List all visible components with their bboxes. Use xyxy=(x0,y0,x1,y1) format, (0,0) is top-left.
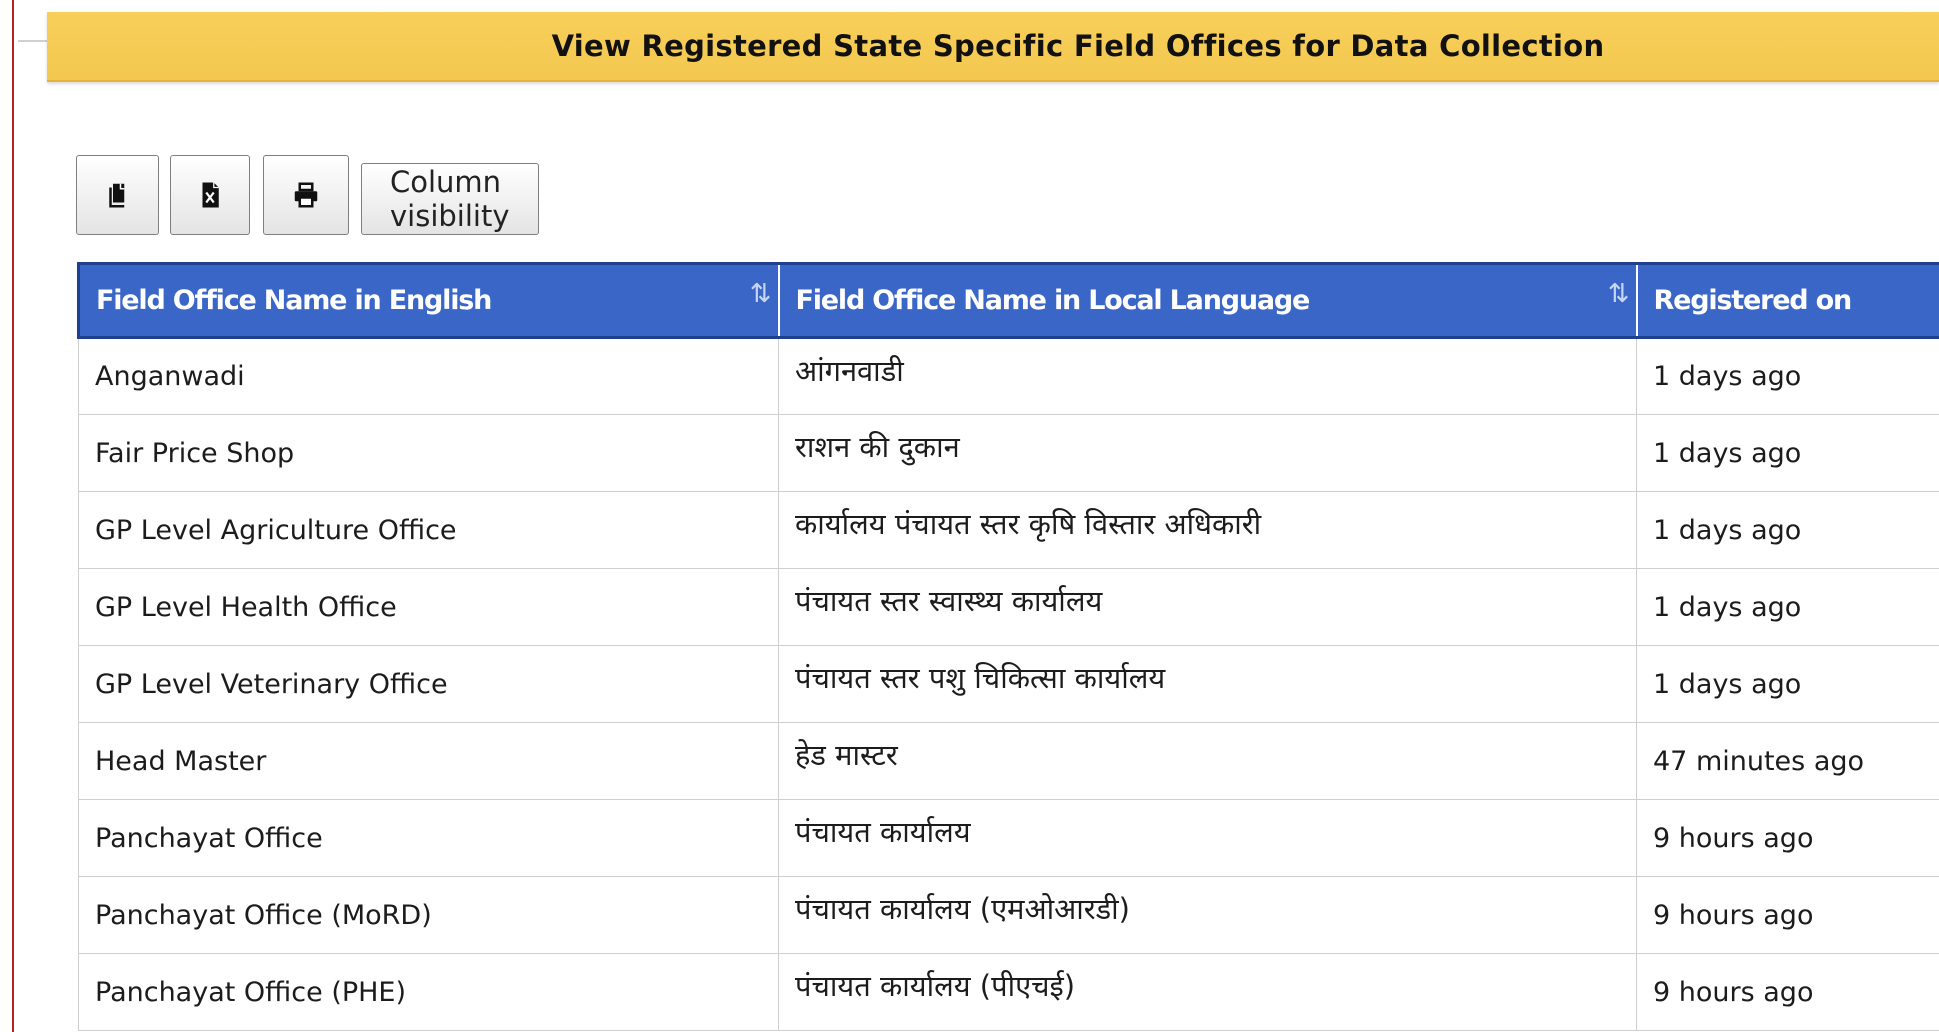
column-visibility-button[interactable]: Column visibility xyxy=(361,163,539,235)
cell-local-name: पंचायत कार्यालय (पीएचई) xyxy=(778,953,1637,1031)
header-local-name[interactable]: Field Office Name in Local Language ⇅ xyxy=(777,262,1637,339)
cell-english-name: Fair Price Shop xyxy=(78,414,779,492)
table-row: Anganwadi आंगनवाडी 1 days ago xyxy=(78,337,1939,415)
header-registered-on[interactable]: Registered on xyxy=(1635,262,1939,339)
cell-local-name: आंगनवाडी xyxy=(778,337,1637,415)
header-label: Registered on xyxy=(1653,285,1853,316)
cell-registered-on: 9 hours ago xyxy=(1636,799,1939,877)
cell-registered-on: 1 days ago xyxy=(1636,414,1939,492)
copy-icon xyxy=(108,183,124,208)
table-row: Head Master हेड मास्टर 47 minutes ago xyxy=(78,722,1939,800)
table-row: GP Level Health Office पंचायत स्तर स्वास… xyxy=(78,568,1939,646)
cell-local-name: पंचायत कार्यालय (एमओआरडी) xyxy=(778,876,1637,954)
cell-local-name: पंचायत कार्यालय xyxy=(778,799,1637,877)
sort-icon: ⇅ xyxy=(1607,279,1630,309)
cell-english-name: Panchayat Office (MoRD) xyxy=(78,876,779,954)
cell-english-name: Panchayat Office (PHE) xyxy=(78,953,779,1031)
cell-english-name: Anganwadi xyxy=(78,337,779,415)
cell-local-name: कार्यालय पंचायत स्तर कृषि विस्तार अधिकार… xyxy=(778,491,1637,569)
table-row: Fair Price Shop राशन की दुकान 1 days ago xyxy=(78,414,1939,492)
print-button[interactable] xyxy=(263,155,349,235)
page-title: View Registered State Specific Field Off… xyxy=(551,29,1605,63)
cell-registered-on: 1 days ago xyxy=(1636,645,1939,723)
table-row: Panchayat Office (MoRD) पंचायत कार्यालय … xyxy=(78,876,1939,954)
cell-registered-on: 47 minutes ago xyxy=(1636,722,1939,800)
page-banner: View Registered State Specific Field Off… xyxy=(47,12,1939,82)
table-row: GP Level Agriculture Office कार्यालय पंच… xyxy=(78,491,1939,569)
cell-registered-on: 9 hours ago xyxy=(1636,876,1939,954)
cell-local-name: पंचायत स्तर पशु चिकित्सा कार्यालय xyxy=(778,645,1637,723)
header-label: Field Office Name in Local Language xyxy=(795,285,1311,316)
excel-icon xyxy=(202,182,219,208)
cell-local-name: हेड मास्टर xyxy=(778,722,1637,800)
table-row: GP Level Veterinary Office पंचायत स्तर प… xyxy=(78,645,1939,723)
field-offices-table: Field Office Name in English ⇅ Field Off… xyxy=(77,262,1939,1031)
cell-local-name: राशन की दुकान xyxy=(778,414,1637,492)
cell-english-name: GP Level Veterinary Office xyxy=(78,645,779,723)
table-row: Panchayat Office (PHE) पंचायत कार्यालय (… xyxy=(78,953,1939,1031)
field-offices-table-wrapper: Field Office Name in English ⇅ Field Off… xyxy=(77,262,1939,1031)
cell-registered-on: 1 days ago xyxy=(1636,337,1939,415)
header-english-name[interactable]: Field Office Name in English ⇅ xyxy=(77,262,779,339)
header-label: Field Office Name in English xyxy=(96,285,492,316)
cell-registered-on: 1 days ago xyxy=(1636,491,1939,569)
excel-button[interactable] xyxy=(170,155,250,235)
sort-icon: ⇅ xyxy=(749,279,772,309)
print-icon xyxy=(294,182,318,208)
table-header-row: Field Office Name in English ⇅ Field Off… xyxy=(77,262,1939,339)
page-left-border xyxy=(12,0,14,1032)
cell-english-name: Head Master xyxy=(78,722,779,800)
cell-english-name: GP Level Health Office xyxy=(78,568,779,646)
cell-registered-on: 1 days ago xyxy=(1636,568,1939,646)
cell-local-name: पंचायत स्तर स्वास्थ्य कार्यालय xyxy=(778,568,1637,646)
table-row: Panchayat Office पंचायत कार्यालय 9 hours… xyxy=(78,799,1939,877)
cell-english-name: Panchayat Office xyxy=(78,799,779,877)
cell-english-name: GP Level Agriculture Office xyxy=(78,491,779,569)
copy-button[interactable] xyxy=(76,155,159,235)
divider xyxy=(18,40,48,42)
cell-registered-on: 9 hours ago xyxy=(1636,953,1939,1031)
